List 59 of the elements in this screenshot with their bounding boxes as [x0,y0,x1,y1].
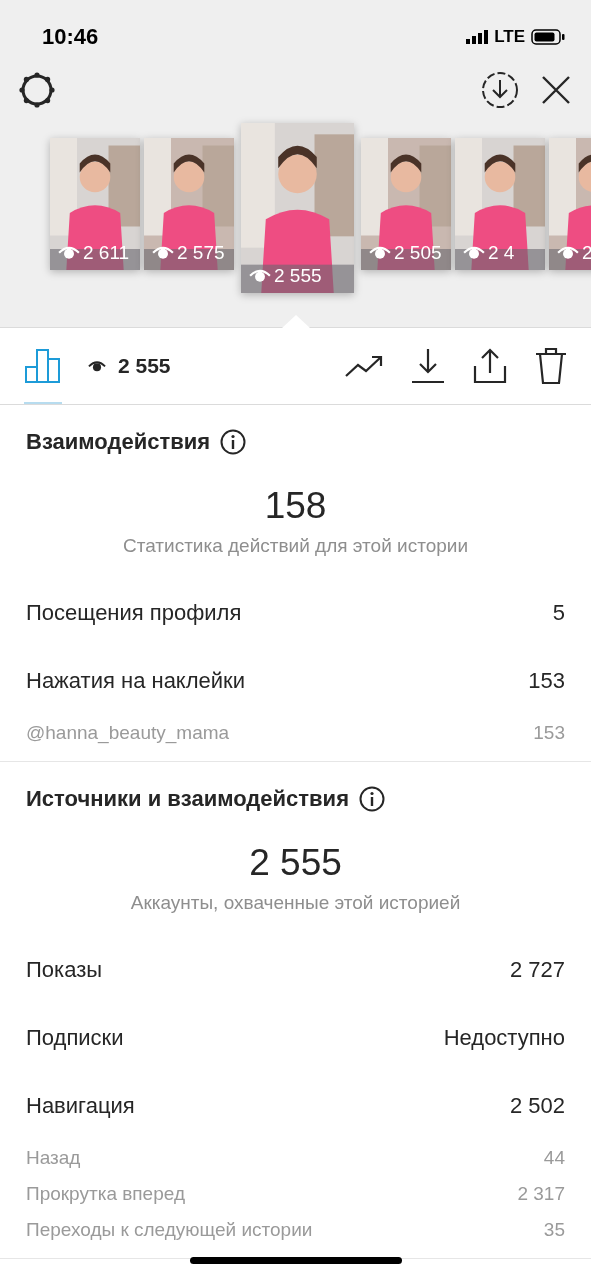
metric-label: Переходы к следующей истории [26,1219,313,1241]
metric-value: Недоступно [443,1025,565,1051]
total-value: 2 555 [248,842,343,884]
view-count: 2 575 [177,241,225,264]
metric-value: 2 317 [517,1183,565,1205]
metric-value: 35 [543,1219,565,1241]
signal-icon [466,30,489,44]
total-caption: Статистика действий для этой истории [121,535,470,557]
view-count: 2 555 [274,264,322,287]
metric-label: Навигация [26,1093,135,1119]
metric-value: 153 [533,722,565,744]
metric-label: Посещения профиля [26,600,242,626]
metric-label: Прокрутка вперед [26,1183,185,1205]
eye-icon [58,244,80,261]
view-count: 2 555 [118,354,171,378]
metric-value: 2 502 [509,1093,565,1119]
total-value: 158 [263,485,328,527]
metric-label: Показы [26,957,103,983]
metric-label: Нажатия на наклейки [26,668,245,694]
share-icon[interactable] [473,348,507,384]
metric-value: 153 [528,668,565,694]
eye-icon [557,244,579,261]
network-label: LTE [494,27,525,47]
info-icon[interactable] [359,786,385,812]
section-title: Взаимодействия [26,429,211,455]
pointer-triangle [282,315,310,328]
eye-icon [369,244,391,261]
close-icon[interactable] [541,75,571,105]
eye-icon [88,359,106,373]
eye-icon [152,244,174,261]
eye-icon [463,244,485,261]
metric-value: 44 [543,1147,565,1169]
story-thumbnail[interactable]: 2 555 [241,122,354,293]
view-count: 2 505 [394,241,442,264]
settings-icon[interactable] [18,71,56,109]
metric-label: @hanna_beauty_mama [26,722,230,744]
metric-label: Назад [26,1147,81,1169]
bar-chart-icon [25,347,61,383]
story-thumbnail[interactable]: 2 611 [50,137,140,270]
view-count: 2 4 [488,241,515,264]
story-thumbnail[interactable]: 2 505 [361,137,451,270]
story-thumbnail[interactable]: 2 575 [144,137,234,270]
battery-icon [531,29,565,45]
view-count: 2 611 [83,241,130,264]
eye-icon [249,267,271,284]
metric-value: 5 [552,600,565,626]
metric-value: 2 727 [509,957,565,983]
trend-icon[interactable] [345,354,383,378]
section-title: Источники и взаимодействия [26,786,349,812]
download-icon[interactable] [481,71,519,109]
story-thumbnail[interactable]: 2 [549,137,591,270]
status-time: 10:46 [42,24,99,50]
info-icon[interactable] [220,429,247,455]
view-count: 2 [582,241,591,264]
download-icon[interactable] [411,348,445,384]
total-caption: Аккаунты, охваченные этой историей [129,892,462,914]
trash-icon[interactable] [535,347,567,385]
story-thumbnail[interactable]: 2 4 [455,137,545,270]
metric-label: Подписки [26,1025,124,1051]
